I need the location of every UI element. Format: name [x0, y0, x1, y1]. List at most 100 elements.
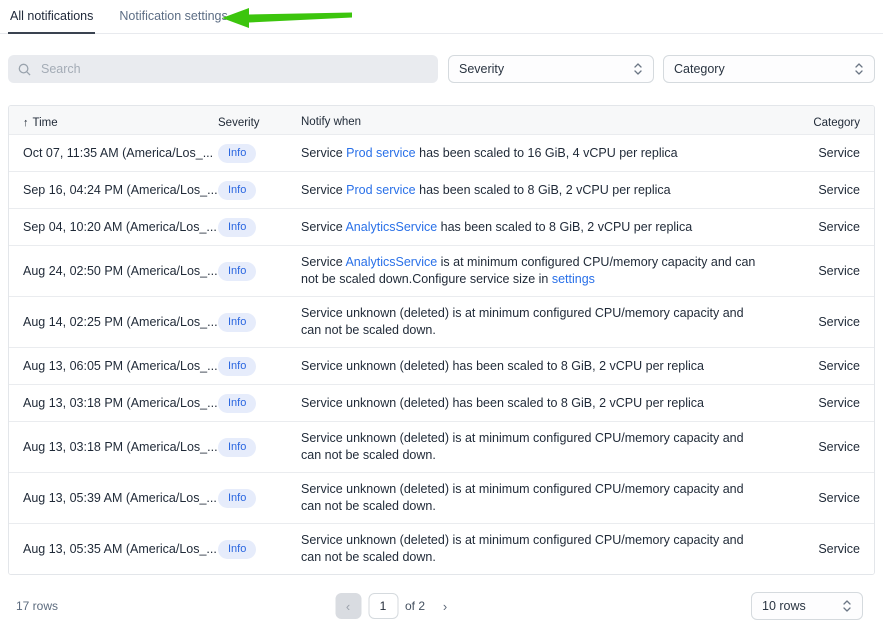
sort-ascending-icon: ↑	[23, 117, 29, 129]
table-row[interactable]: Aug 13, 03:18 PM (America/Los_...InfoSer…	[9, 421, 874, 472]
notify-when-cell: Service unknown (deleted) has been scale…	[301, 387, 759, 420]
header-severity-label: Severity	[218, 117, 260, 129]
severity-badge: Info	[218, 394, 256, 413]
time-cell: Aug 24, 02:50 PM (America/Los_...	[9, 264, 218, 278]
severity-cell: Info	[218, 489, 301, 508]
chevron-updown-icon	[633, 62, 643, 76]
table-row[interactable]: Sep 04, 10:20 AM (America/Los_...Info Ser…	[9, 208, 874, 245]
severity-badge: Info	[218, 540, 256, 559]
severity-cell: Info	[218, 313, 301, 332]
notify-text: Service	[301, 146, 346, 160]
header-severity[interactable]: Severity	[218, 117, 301, 129]
previous-page-button[interactable]: ‹	[335, 593, 361, 619]
tab-all-notifications[interactable]: All notifications	[8, 0, 95, 34]
severity-cell: Info	[218, 540, 301, 559]
chevron-right-icon: ›	[443, 599, 447, 614]
severity-badge: Info	[218, 218, 256, 237]
table-row[interactable]: Aug 13, 03:18 PM (America/Los_...InfoSer…	[9, 384, 874, 421]
table-row[interactable]: Aug 14, 02:25 PM (America/Los_...InfoSer…	[9, 296, 874, 347]
severity-cell: Info	[218, 357, 301, 376]
notify-text: Service	[301, 183, 346, 197]
search-input[interactable]	[39, 61, 428, 77]
notify-text: Service unknown (deleted) has been scale…	[301, 396, 704, 410]
notify-when-cell: Service Prod service has been scaled to …	[301, 174, 759, 207]
notify-text: Service unknown (deleted) is at minimum …	[301, 482, 744, 513]
notify-link[interactable]: Prod service	[346, 183, 415, 197]
notify-when-cell: Service AnalyticsService is at minimum c…	[301, 246, 759, 296]
page-size-select[interactable]: 10 rows	[751, 592, 863, 620]
table-row[interactable]: Aug 13, 06:05 PM (America/Los_...Info Ser…	[9, 347, 874, 384]
severity-badge: Info	[218, 262, 256, 281]
severity-badge: Info	[218, 181, 256, 200]
table-row[interactable]: Aug 13, 05:35 AM (America/Los_...InfoSer…	[9, 523, 874, 574]
time-cell: Sep 04, 10:20 AM (America/Los_...	[9, 220, 218, 234]
category-cell: Service	[780, 315, 874, 329]
header-time[interactable]: ↑ Time	[9, 117, 218, 129]
header-notify-when[interactable]: Notify when	[301, 106, 759, 139]
header-time-label: Time	[33, 117, 58, 129]
category-cell: Service	[780, 146, 874, 160]
tabs-bar: All notifications Notification settings	[0, 0, 883, 34]
severity-select[interactable]: Severity	[448, 55, 654, 83]
search-box[interactable]	[8, 55, 438, 83]
category-cell: Service	[780, 396, 874, 410]
table-footer: 17 rows ‹ of 2 › 10 rows	[0, 592, 883, 620]
category-select-label: Category	[674, 62, 725, 76]
severity-badge: Info	[218, 144, 256, 163]
severity-cell: Info	[218, 438, 301, 457]
page-total-label: of 2	[405, 599, 425, 613]
time-cell: Aug 13, 06:05 PM (America/Los_...	[9, 359, 218, 373]
header-category[interactable]: Category	[780, 117, 874, 129]
notify-when-cell: Service unknown (deleted) is at minimum …	[301, 297, 759, 347]
tab-notification-settings-label: Notification settings	[119, 9, 227, 23]
notify-text: has been scaled to 16 GiB, 4 vCPU per re…	[416, 146, 678, 160]
table-row[interactable]: Sep 16, 04:24 PM (America/Los_...Info Ser…	[9, 171, 874, 208]
notifications-table: ↑ Time Severity Notify when Category Oct …	[8, 105, 875, 575]
notify-when-cell: Service unknown (deleted) has been scale…	[301, 350, 759, 383]
time-cell: Oct 07, 11:35 AM (America/Los_...	[9, 146, 218, 160]
header-notify-when-label: Notify when	[301, 116, 361, 128]
time-cell: Sep 16, 04:24 PM (America/Los_...	[9, 183, 218, 197]
annotation-arrow-icon	[215, 0, 360, 34]
tab-all-notifications-label: All notifications	[10, 9, 93, 23]
notify-text: Service unknown (deleted) has been scale…	[301, 359, 704, 373]
severity-cell: Info	[218, 394, 301, 413]
severity-badge: Info	[218, 313, 256, 332]
severity-cell: Info	[218, 262, 301, 281]
notify-when-cell: Service AnalyticsService has been scaled…	[301, 211, 759, 244]
notify-link[interactable]: Prod service	[346, 146, 415, 160]
notify-link[interactable]: AnalyticsService	[345, 220, 437, 234]
category-cell: Service	[780, 491, 874, 505]
toolbar: Severity Category	[0, 55, 883, 83]
category-cell: Service	[780, 183, 874, 197]
notify-link[interactable]: AnalyticsService	[345, 255, 437, 269]
notify-text: Service unknown (deleted) is at minimum …	[301, 533, 744, 564]
notify-when-cell: Service unknown (deleted) is at minimum …	[301, 524, 759, 574]
severity-badge: Info	[218, 357, 256, 376]
time-cell: Aug 13, 05:39 AM (America/Los_...	[9, 491, 218, 505]
severity-cell: Info	[218, 144, 301, 163]
pagination: ‹ of 2 ›	[335, 593, 458, 619]
notify-link[interactable]: settings	[552, 272, 595, 286]
notify-text: Service	[301, 255, 345, 269]
notify-when-cell: Service unknown (deleted) is at minimum …	[301, 422, 759, 472]
category-cell: Service	[780, 542, 874, 556]
category-select[interactable]: Category	[663, 55, 875, 83]
severity-select-label: Severity	[459, 62, 504, 76]
category-cell: Service	[780, 359, 874, 373]
severity-cell: Info	[218, 181, 301, 200]
row-count-label: 17 rows	[16, 599, 58, 613]
category-cell: Service	[780, 220, 874, 234]
severity-badge: Info	[218, 489, 256, 508]
table-row[interactable]: Aug 24, 02:50 PM (America/Los_...Info Ser…	[9, 245, 874, 296]
table-row[interactable]: Oct 07, 11:35 AM (America/Los_...Info Ser…	[9, 134, 874, 171]
tab-notification-settings[interactable]: Notification settings	[117, 0, 229, 34]
page-size-label: 10 rows	[762, 599, 806, 613]
severity-badge: Info	[218, 438, 256, 457]
notify-text: has been scaled to 8 GiB, 2 vCPU per rep…	[416, 183, 671, 197]
table-header-row: ↑ Time Severity Notify when Category	[9, 106, 874, 134]
page-number-input[interactable]	[368, 593, 398, 619]
category-cell: Service	[780, 440, 874, 454]
table-row[interactable]: Aug 13, 05:39 AM (America/Los_...Info Ser…	[9, 472, 874, 523]
next-page-button[interactable]: ›	[432, 593, 458, 619]
